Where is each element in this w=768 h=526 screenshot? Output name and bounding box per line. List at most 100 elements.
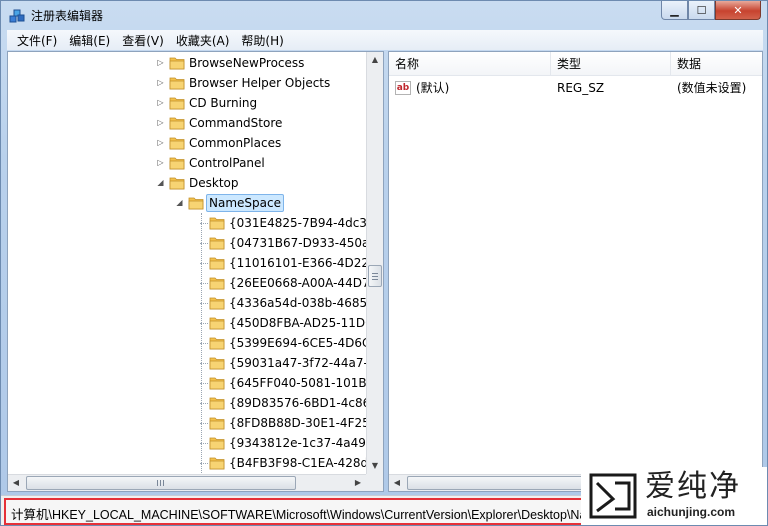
menu-help[interactable]: 帮助(H) [235,32,289,49]
tree-item[interactable]: ◢ NameSpace [8,193,366,213]
tree-horizontal-scrollbar[interactable]: ◀ ▶ [8,474,366,491]
tree-item-label[interactable]: {031E4825-7B94-4dc3-B [227,215,381,231]
folder-icon [209,457,225,470]
tree-item-label[interactable]: {59031a47-3f72-44a7-89 [227,355,383,371]
column-header-type[interactable]: 类型 [551,52,671,76]
tree-item[interactable]: {04731B67-D933-450a-9 [8,233,381,253]
tree-item-label[interactable]: Desktop [187,175,241,191]
folder-icon [209,377,225,390]
scroll-right-arrow-icon[interactable]: ▶ [350,475,366,491]
collapse-arrow-icon[interactable]: ◢ [175,198,184,207]
title-bar[interactable]: 注册表编辑器 ▁ ☐ ✕ [1,1,767,29]
list-item[interactable]: ab (默认) REG_SZ (数值未设置) [389,78,762,98]
registry-tree-pane[interactable]: ▷ BrowseNewProcess ▷ Browser Helper Objects… [7,51,384,492]
maximize-button[interactable]: ☐ [688,1,715,20]
tree-item-label[interactable]: ControlPanel [187,155,267,171]
scroll-left-arrow-icon[interactable]: ◀ [389,475,405,491]
regedit-icon [9,9,25,23]
column-header-data[interactable]: 数据 [671,52,762,76]
tree-horizontal-scroll-thumb[interactable] [26,476,296,490]
tree-item-label[interactable]: {5399E694-6CE5-4D6C-8 [227,335,383,351]
tree-item[interactable]: {031E4825-7B94-4dc3-B [8,213,379,233]
tree-item-label-selected[interactable]: NameSpace [206,194,284,212]
close-button[interactable]: ✕ [715,1,761,20]
column-header-name[interactable]: 名称 [389,52,551,76]
tree-item[interactable]: {89D83576-6BD1-4c86-9 [8,393,382,413]
list-header: 名称 类型 数据 [389,52,762,76]
tree-item[interactable]: {B4FB3F98-C1EA-428d-A [8,453,380,473]
tree-item-label[interactable]: CommandStore [187,115,284,131]
menu-edit[interactable]: 编辑(E) [63,32,116,49]
expand-arrow-icon[interactable]: ▷ [156,138,165,147]
tree-item-label[interactable]: {9343812e-1c37-4a49-a [227,435,380,451]
folder-icon [209,417,225,430]
watermark-title: 爱纯净 [645,469,741,504]
grip-line [160,480,161,486]
tree-item[interactable]: ◢ Desktop [8,173,366,193]
expand-arrow-icon[interactable]: ▷ [156,98,165,107]
values-list-pane[interactable]: 名称 类型 数据 ab (默认) REG_SZ (数值未设置) ◀ [388,51,763,492]
tree-item-label[interactable]: {450D8FBA-AD25-11D0- [227,315,379,331]
tree-item[interactable]: {11016101-E366-4D22-B [8,253,381,273]
tree-item-label[interactable]: {645FF040-5081-101B-9F [227,375,383,391]
folder-icon [169,177,185,190]
tree-item-label[interactable]: {4336a54d-038b-4685-a [227,295,381,311]
tree-item-label[interactable]: CommonPlaces [187,135,283,151]
tree-item[interactable]: {8FD8B88D-30E1-4F25-A [8,413,382,433]
ab-string-icon: ab [395,81,411,95]
value-data: (数值未设置) [677,81,747,95]
tree-item-label[interactable]: {26EE0668-A00A-44D7-9 [227,275,383,291]
menu-view[interactable]: 查看(V) [116,32,170,49]
watermark: 爱纯净 aichunjing.com [581,467,767,525]
watermark-url: aichunjing.com [647,505,736,519]
folder-icon [209,237,225,250]
scroll-down-arrow-icon[interactable]: ▼ [367,458,383,474]
tree-item[interactable]: {450D8FBA-AD25-11D0- [8,313,377,333]
tree-item-label[interactable]: BrowseNewProcess [187,55,306,71]
tree-item-label[interactable]: {89D83576-6BD1-4c86-9 [227,395,383,411]
value-name: (默认) [416,81,450,95]
window-title: 注册表编辑器 [31,9,104,23]
tree-item-label[interactable]: {8FD8B88D-30E1-4F25-A [227,415,383,431]
watermark-logo-icon [589,473,637,519]
tree-item-label[interactable]: {11016101-E366-4D22-B [227,255,383,271]
menu-file[interactable]: 文件(F) [11,32,63,49]
tree-item[interactable]: ▷ ControlPanel [8,153,366,173]
tree-item[interactable]: ▷ BrowseNewProcess [8,53,366,73]
folder-icon [209,397,225,410]
scroll-left-arrow-icon[interactable]: ◀ [8,475,24,491]
tree-item[interactable]: {59031a47-3f72-44a7-89 [8,353,383,373]
tree-item-label[interactable]: Browser Helper Objects [187,75,332,91]
tree-item[interactable]: ▷ CommandStore [8,113,366,133]
tree-vertical-scroll-thumb[interactable] [368,265,382,287]
expand-arrow-icon[interactable]: ▷ [156,58,165,67]
collapse-arrow-icon[interactable]: ◢ [156,178,165,187]
menu-favorites[interactable]: 收藏夹(A) [170,32,236,49]
folder-icon [169,97,185,110]
minimize-button[interactable]: ▁ [661,1,688,20]
grip-line [157,480,158,486]
scroll-up-arrow-icon[interactable]: ▲ [367,52,383,68]
expand-arrow-icon[interactable]: ▷ [156,78,165,87]
expand-arrow-icon[interactable]: ▷ [156,158,165,167]
folder-icon [169,77,185,90]
expand-arrow-icon[interactable]: ▷ [156,118,165,127]
folder-icon [169,57,185,70]
tree-item-label[interactable]: {B4FB3F98-C1EA-428d-A [227,455,382,471]
tree-vertical-scrollbar[interactable]: ▲ ▼ [366,52,383,474]
tree-item[interactable]: {4336a54d-038b-4685-a [8,293,379,313]
folder-icon [209,437,225,450]
tree-item[interactable]: ▷ Browser Helper Objects [8,73,366,93]
list-horizontal-scroll-thumb[interactable] [407,476,595,490]
folder-icon [169,157,185,170]
grip-line [372,276,378,277]
tree-item[interactable]: {645FF040-5081-101B-9F [8,373,383,393]
registry-path: 计算机\HKEY_LOCAL_MACHINE\SOFTWARE\Microsof… [11,508,640,522]
tree-item[interactable]: {5399E694-6CE5-4D6C-8 [8,333,382,353]
tree-item[interactable]: {9343812e-1c37-4a49-a [8,433,378,453]
tree-item-label[interactable]: CD Burning [187,95,259,111]
tree-item[interactable]: {26EE0668-A00A-44D7-9 [8,273,382,293]
tree-item[interactable]: ▷ CommonPlaces [8,133,366,153]
tree-item[interactable]: ▷ CD Burning [8,93,366,113]
tree-item-label[interactable]: {04731B67-D933-450a-9 [227,235,383,251]
